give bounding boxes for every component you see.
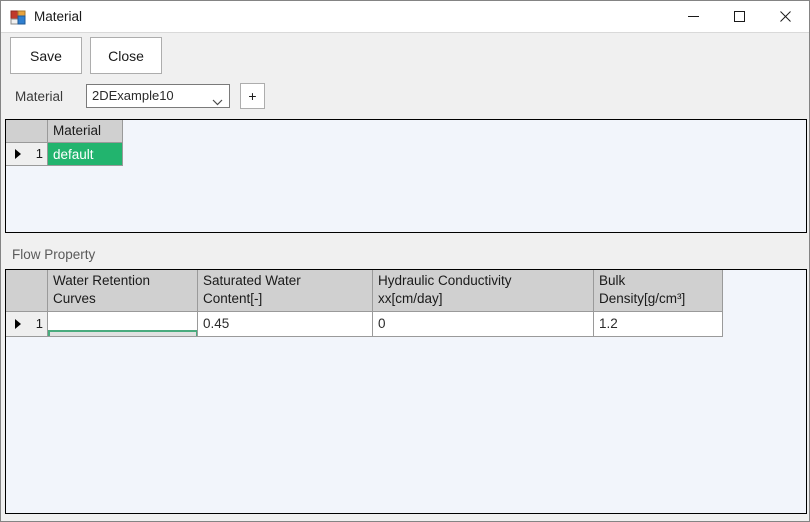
property-grid-corner-header (6, 270, 48, 312)
close-icon[interactable] (762, 1, 808, 31)
save-button[interactable]: Save (10, 37, 82, 74)
maximize-icon[interactable] (716, 1, 762, 31)
cell-material-name[interactable]: default (48, 143, 123, 166)
property-grid-header-row: Water Retention Curves Saturated Water C… (6, 270, 723, 312)
close-button[interactable]: Close (90, 37, 162, 74)
material-grid[interactable]: Material 1 default (5, 119, 807, 233)
minimize-icon[interactable] (670, 1, 716, 31)
row-number: 1 (35, 316, 43, 331)
material-window: Material Save Close Material 2DExample10… (0, 0, 810, 522)
window-title: Material (34, 9, 83, 24)
edit-water-retention-curves-button[interactable]: Edit (48, 330, 197, 336)
app-window-icon (10, 9, 26, 25)
material-dropdown-value: 2DExample10 (92, 88, 174, 103)
column-header-hydraulic-conductivity-xx[interactable]: Hydraulic Conductivity xx[cm/day] (373, 270, 594, 312)
table-row[interactable]: 1 Edit 0.45 0 1.2 (6, 312, 723, 337)
property-grid[interactable]: Water Retention Curves Saturated Water C… (5, 269, 807, 514)
flow-property-label: Flow Property (12, 247, 96, 262)
row-header[interactable]: 1 (6, 312, 48, 337)
table-row[interactable]: 1 default (6, 143, 123, 166)
column-header-bulk-density[interactable]: Bulk Density[g/cm³] (594, 270, 723, 312)
chevron-down-icon (212, 93, 223, 106)
add-material-button[interactable]: + (240, 83, 265, 109)
material-dropdown[interactable]: 2DExample10 (86, 84, 230, 108)
row-number: 1 (35, 146, 43, 161)
column-header-water-retention-curves[interactable]: Water Retention Curves (48, 270, 198, 312)
title-bar: Material (1, 1, 809, 33)
material-grid-header-row: Material (6, 120, 123, 143)
cell-hydraulic-conductivity-xx[interactable]: 0 (373, 312, 594, 337)
material-grid-corner-header (6, 120, 48, 143)
cell-bulk-density[interactable]: 1.2 (594, 312, 723, 337)
cell-saturated-water-content[interactable]: 0.45 (198, 312, 373, 337)
material-selector-label: Material (15, 89, 64, 104)
column-header-saturated-water-content[interactable]: Saturated Water Content[-] (198, 270, 373, 312)
row-header[interactable]: 1 (6, 143, 48, 166)
cell-water-retention-curves[interactable]: Edit (48, 312, 198, 337)
current-row-indicator-icon (15, 319, 21, 329)
column-header-material[interactable]: Material (48, 120, 123, 143)
current-row-indicator-icon (15, 149, 21, 159)
